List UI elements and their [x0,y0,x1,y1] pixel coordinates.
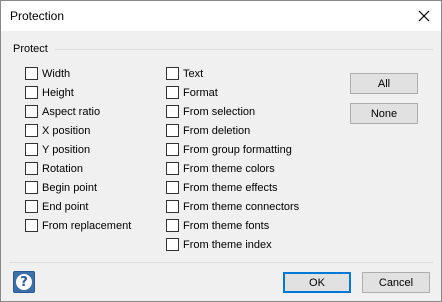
checkbox-end-point[interactable]: End point [25,197,131,216]
checkbox-label: Width [42,67,71,80]
checkbox-label: Height [42,86,74,99]
checkbox-from-deletion[interactable]: From deletion [166,121,299,140]
group-divider [55,49,433,50]
checkbox-box[interactable] [166,162,179,175]
checkbox-label: X position [42,124,91,137]
checkbox-box[interactable] [166,181,179,194]
checkbox-label: Begin point [42,181,98,194]
checkbox-box[interactable] [25,200,38,213]
checkbox-label: From theme index [183,238,272,251]
checkbox-box[interactable] [166,105,179,118]
checkbox-from-replacement[interactable]: From replacement [25,216,131,235]
checkbox-x-position[interactable]: X position [25,121,131,140]
checkbox-label: Format [183,86,218,99]
checkbox-text[interactable]: Text [166,64,299,83]
ok-button[interactable]: OK [283,272,351,293]
left-checkbox-column: Width Height Aspect ratio X position Y p… [25,64,131,235]
checkbox-format[interactable]: Format [166,83,299,102]
checkbox-label: From theme connectors [183,200,300,213]
help-icon: ? [16,274,32,290]
checkbox-box[interactable] [166,67,179,80]
protect-group-label: Protect [13,43,52,55]
checkbox-label: Rotation [42,162,83,175]
checkbox-label: Y position [42,143,91,156]
footer-divider [9,262,433,263]
checkbox-box[interactable] [166,219,179,232]
checkbox-box[interactable] [25,162,38,175]
checkbox-label: From theme effects [183,181,278,194]
checkbox-box[interactable] [25,105,38,118]
cancel-button[interactable]: Cancel [362,272,430,293]
checkbox-width[interactable]: Width [25,64,131,83]
checkbox-from-theme-colors[interactable]: From theme colors [166,159,299,178]
checkbox-label: Text [183,67,204,80]
checkbox-box[interactable] [25,143,38,156]
checkbox-box[interactable] [166,86,179,99]
checkbox-label: From selection [183,105,256,118]
checkbox-from-theme-effects[interactable]: From theme effects [166,178,299,197]
checkbox-rotation[interactable]: Rotation [25,159,131,178]
checkbox-from-group-formatting[interactable]: From group formatting [166,140,299,159]
right-checkbox-column: Text Format From selection From deletion… [166,64,299,254]
title-bar: Protection [1,1,441,31]
help-button[interactable]: ? [13,271,35,293]
dialog-title: Protection [10,9,65,23]
checkbox-box[interactable] [166,124,179,137]
checkbox-height[interactable]: Height [25,83,131,102]
all-button[interactable]: All [350,73,418,94]
checkbox-label: End point [42,200,89,213]
checkbox-from-theme-fonts[interactable]: From theme fonts [166,216,299,235]
none-button[interactable]: None [350,103,418,124]
checkbox-from-theme-index[interactable]: From theme index [166,235,299,254]
close-icon [418,10,430,22]
checkbox-label: From replacement [42,219,132,232]
checkbox-box[interactable] [25,67,38,80]
checkbox-box[interactable] [25,86,38,99]
checkbox-box[interactable] [25,219,38,232]
checkbox-box[interactable] [25,181,38,194]
checkbox-label: From theme colors [183,162,275,175]
checkbox-box[interactable] [166,238,179,251]
checkbox-aspect-ratio[interactable]: Aspect ratio [25,102,131,121]
checkbox-y-position[interactable]: Y position [25,140,131,159]
checkbox-label: From group formatting [183,143,292,156]
checkbox-label: Aspect ratio [42,105,101,118]
checkbox-label: From theme fonts [183,219,270,232]
close-button[interactable] [407,1,441,31]
checkbox-box[interactable] [25,124,38,137]
checkbox-from-selection[interactable]: From selection [166,102,299,121]
checkbox-box[interactable] [166,200,179,213]
checkbox-begin-point[interactable]: Begin point [25,178,131,197]
checkbox-label: From deletion [183,124,251,137]
checkbox-from-theme-connectors[interactable]: From theme connectors [166,197,299,216]
checkbox-box[interactable] [166,143,179,156]
protection-dialog: Protection Protect Width Height Aspect r… [0,0,442,302]
